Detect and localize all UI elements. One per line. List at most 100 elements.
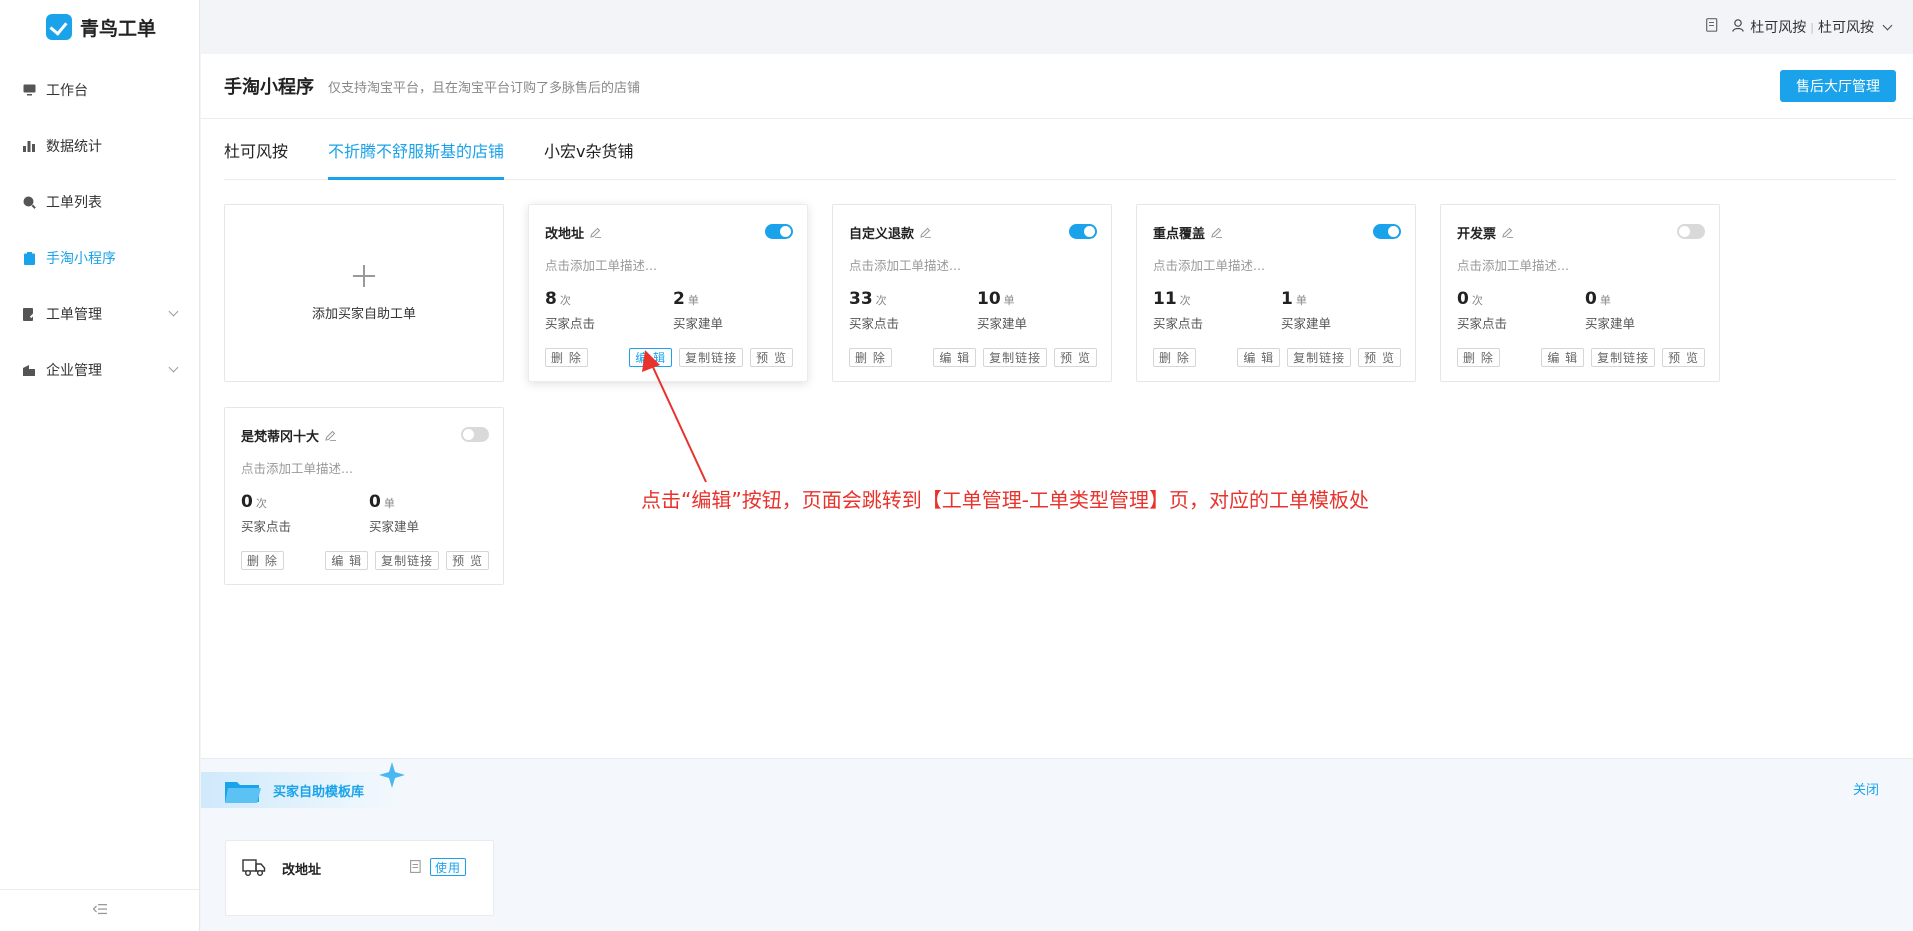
orders-label: 买家建单 <box>673 316 724 331</box>
pencil-icon[interactable] <box>1211 227 1223 238</box>
clicks-stat: 8次 买家点击 <box>545 289 595 332</box>
sidebar-item-taobao-miniapp[interactable]: 手淘小程序 <box>0 230 199 286</box>
after-sales-hall-button[interactable]: 售后大厅管理 <box>1780 70 1896 102</box>
sidebar: 青鸟工单 工作台 数据统计 工单列表 手淘小程序 工单管理 企业管理 <box>0 0 200 931</box>
card-title: 改地址 <box>545 227 585 242</box>
enable-toggle[interactable] <box>765 224 793 239</box>
orders-count: 0 <box>369 492 381 512</box>
ticket-card: 重点覆盖 点击添加工单描述... 11 次 买家点击 1单 买家建单 删 除 编 … <box>1136 204 1416 382</box>
clicks-unit: 次 <box>559 294 571 307</box>
copy-link-button[interactable]: 复制链接 <box>679 348 744 367</box>
sidebar-item-statistics[interactable]: 数据统计 <box>0 118 199 174</box>
card-title: 自定义退款 <box>849 227 915 242</box>
preview-button[interactable]: 预 览 <box>1054 348 1097 367</box>
card-actions: 删 除 编 辑 复制链接 预 览 <box>545 348 793 367</box>
pencil-icon[interactable] <box>920 227 932 238</box>
orders-label: 买家建单 <box>1281 316 1332 331</box>
enable-toggle[interactable] <box>1069 224 1097 239</box>
orders-stat: 2单 买家建单 <box>673 289 723 332</box>
orders-count: 1 <box>1281 289 1293 309</box>
doc-edit-icon <box>22 307 36 321</box>
card-description[interactable]: 点击添加工单描述... <box>1457 255 1569 274</box>
clicks-stat: 33 次 买家点击 <box>849 289 899 332</box>
bar-chart-icon <box>22 139 36 153</box>
orders-count: 0 <box>1585 289 1597 309</box>
copy-link-button[interactable]: 复制链接 <box>375 551 440 570</box>
preview-button[interactable]: 预 览 <box>750 348 793 367</box>
preview-button[interactable]: 预 览 <box>1358 348 1401 367</box>
copy-link-button[interactable]: 复制链接 <box>983 348 1048 367</box>
enable-toggle[interactable] <box>1373 224 1401 239</box>
card-description[interactable]: 点击添加工单描述... <box>1153 255 1265 274</box>
edit-button[interactable]: 编 辑 <box>1541 348 1585 367</box>
logo-check-icon <box>46 14 72 40</box>
edit-button[interactable]: 编 辑 <box>629 348 673 367</box>
orders-stat: 1单 买家建单 <box>1281 289 1331 332</box>
orders-label: 买家建单 <box>369 519 420 534</box>
clicks-count: 0 <box>241 492 253 512</box>
document-icon[interactable] <box>1706 18 1718 36</box>
search-icon <box>22 195 36 209</box>
card-title: 重点覆盖 <box>1153 227 1206 242</box>
tab-shop-3[interactable]: 小宏v杂货铺 <box>544 120 633 180</box>
add-card-label: 添加买家自助工单 <box>311 306 416 322</box>
card-description[interactable]: 点击添加工单描述... <box>849 255 961 274</box>
user-name: 杜可风按 <box>1750 20 1807 36</box>
chevron-down-icon <box>168 362 179 373</box>
copy-link-button[interactable]: 复制链接 <box>1287 348 1352 367</box>
orders-stat: 0单 买家建单 <box>1585 289 1635 332</box>
card-actions: 删 除 编 辑 复制链接 预 览 <box>849 348 1097 367</box>
pencil-icon[interactable] <box>590 227 602 238</box>
sidebar-item-ticket-management[interactable]: 工单管理 <box>0 286 199 342</box>
clicks-unit: 次 <box>255 497 267 510</box>
sidebar-item-workbench[interactable]: 工作台 <box>0 62 199 118</box>
edit-button[interactable]: 编 辑 <box>1237 348 1281 367</box>
orders-label: 买家建单 <box>1585 316 1636 331</box>
sidebar-item-enterprise-management[interactable]: 企业管理 <box>0 342 199 398</box>
clicks-count: 0 <box>1457 289 1469 309</box>
delete-button[interactable]: 删 除 <box>1153 348 1196 367</box>
edit-button[interactable]: 编 辑 <box>325 551 369 570</box>
tab-shop-2[interactable]: 不折腾不舒服斯基的店铺 <box>328 120 505 180</box>
pencil-icon[interactable] <box>325 430 337 441</box>
card-header: 自定义退款 <box>849 223 932 242</box>
delete-button[interactable]: 删 除 <box>1457 348 1500 367</box>
edit-button[interactable]: 编 辑 <box>933 348 977 367</box>
template-library-panel: 买家自助模板库 关闭 改地址 使用 <box>201 758 1913 931</box>
copy-link-button[interactable]: 复制链接 <box>1591 348 1656 367</box>
card-actions: 删 除 编 辑 复制链接 预 览 <box>1153 348 1401 367</box>
pencil-icon[interactable] <box>1502 227 1514 238</box>
clicks-unit: 次 <box>1471 294 1483 307</box>
clicks-unit: 次 <box>1179 294 1191 307</box>
sidebar-item-ticket-list[interactable]: 工单列表 <box>0 174 199 230</box>
clicks-label: 买家点击 <box>1153 316 1204 331</box>
card-description[interactable]: 点击添加工单描述... <box>241 458 353 477</box>
use-template-button[interactable]: 使用 <box>430 858 467 876</box>
app-logo[interactable]: 青鸟工单 <box>0 0 199 54</box>
preview-button[interactable]: 预 览 <box>446 551 489 570</box>
card-description[interactable]: 点击添加工单描述... <box>545 255 657 274</box>
orders-count: 10 <box>977 289 1001 309</box>
preview-button[interactable]: 预 览 <box>1662 348 1705 367</box>
sparkle-icon <box>379 762 405 788</box>
sidebar-item-label: 数据统计 <box>46 139 102 155</box>
enable-toggle[interactable] <box>1677 224 1705 239</box>
top-bar: 杜可风按 | 杜可风按 <box>200 0 1913 54</box>
page-subtitle: 仅支持淘宝平台，且在淘宝平台订购了多脉售后的店铺 <box>328 80 641 96</box>
tab-shop-1[interactable]: 杜可风按 <box>224 120 288 180</box>
sidebar-nav: 工作台 数据统计 工单列表 手淘小程序 工单管理 企业管理 <box>0 62 199 398</box>
add-self-service-card[interactable]: 添加买家自助工单 <box>224 204 504 382</box>
user-menu[interactable]: 杜可风按 | 杜可风按 <box>1732 17 1893 37</box>
delete-button[interactable]: 删 除 <box>241 551 284 570</box>
close-library-button[interactable]: 关闭 <box>1853 779 1879 798</box>
enable-toggle[interactable] <box>461 427 489 442</box>
template-library-title: 买家自助模板库 <box>273 784 365 800</box>
delete-button[interactable]: 删 除 <box>849 348 892 367</box>
orders-unit: 单 <box>383 497 395 510</box>
folder-icon <box>225 782 261 803</box>
document-icon[interactable] <box>410 860 421 877</box>
card-header: 重点覆盖 <box>1153 223 1223 242</box>
sidebar-collapse-button[interactable] <box>0 889 199 931</box>
delete-button[interactable]: 删 除 <box>545 348 588 367</box>
annotation-text: 点击“编辑”按钮，页面会跳转到【工单管理-工单类型管理】页，对应的工单模板处 <box>641 488 1369 512</box>
